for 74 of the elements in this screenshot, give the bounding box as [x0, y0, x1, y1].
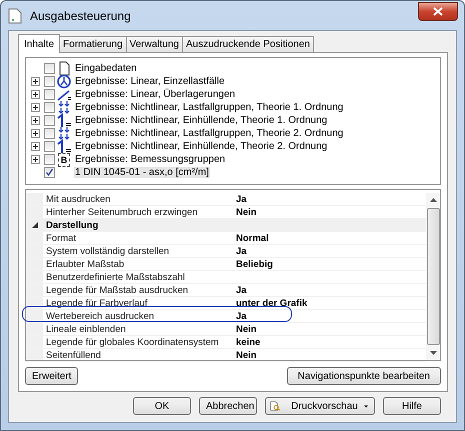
expand-icon[interactable]	[31, 103, 40, 112]
expand-icon[interactable]	[31, 116, 40, 125]
scroll-up-icon[interactable]	[430, 198, 436, 202]
expand-icon[interactable]	[31, 155, 40, 164]
button[interactable]: Hilfe	[383, 397, 441, 415]
property-label: Lineale einblenden	[45, 324, 127, 334]
property-value[interactable]: Nein	[236, 350, 257, 360]
tree-item[interactable]: Ergebnisse: Bemessungsgruppen	[74, 154, 226, 165]
property-label: Hinterher Seitenumbruch erzwingen	[45, 206, 199, 218]
tree-item[interactable]: 1 DIN 1045-01 - asx,o [cm²/m]	[74, 167, 210, 178]
checkbox[interactable]	[44, 63, 55, 74]
property-value[interactable]: Ja	[236, 194, 247, 204]
document-icon	[8, 8, 22, 24]
preview-icon	[270, 399, 282, 413]
property-label: System vollständig darstellen	[45, 246, 170, 256]
property-label: Seitenfüllend	[45, 350, 102, 360]
button[interactable]: OK	[133, 397, 191, 415]
expand-icon[interactable]	[31, 142, 40, 151]
circle-icon	[57, 74, 71, 89]
collapse-icon[interactable]	[32, 222, 38, 228]
checkbox[interactable]	[44, 167, 55, 178]
property-label: Legende für Farbverlauf	[45, 298, 148, 308]
letter-icon: B	[58, 153, 70, 167]
tree-item[interactable]: Ergebnisse: Nichtlinear, Einhüllende, Theorie 1. Ordnung	[74, 115, 328, 126]
property-value[interactable]: Ja	[236, 284, 247, 296]
tree-item[interactable]: Ergebnisse: Linear, Einzellastfälle	[74, 76, 226, 87]
tab[interactable]: Verwaltung	[126, 36, 183, 52]
checkbox[interactable]	[44, 102, 55, 113]
tree-item[interactable]: Ergebnisse: Nichtlinear, Lastfallgruppen, Theorie 2. Ordnung	[74, 128, 344, 139]
property-value[interactable]: Nein	[236, 324, 257, 334]
checkbox[interactable]	[44, 115, 55, 126]
scroll-down-icon[interactable]	[430, 351, 436, 355]
property-value[interactable]: keine	[236, 336, 260, 348]
property-value[interactable]: Beliebig	[236, 258, 273, 270]
arrows-icon	[57, 126, 71, 141]
tab[interactable]: Formatierung	[59, 36, 126, 52]
button[interactable]: Erweitert	[25, 367, 78, 385]
arrows-icon	[57, 100, 71, 115]
property-value[interactable]: Normal	[236, 232, 269, 244]
property-label: Erlaubter Maßstab	[45, 258, 126, 270]
close-button[interactable]	[418, 2, 458, 21]
checkbox[interactable]	[44, 154, 55, 165]
checkbox[interactable]	[44, 141, 55, 152]
property-label: Legende für globales Koordinatensystem	[45, 336, 220, 348]
checkbox[interactable]	[44, 76, 55, 87]
property-value[interactable]: Ja	[236, 246, 247, 256]
checkbox[interactable]	[44, 128, 55, 139]
print-preview-button[interactable]: Druckvorschau	[265, 397, 375, 415]
property-label: Mit ausdrucken	[45, 194, 112, 204]
property-label: Legende für Maßstab ausdrucken	[45, 284, 190, 296]
close-icon	[433, 7, 443, 16]
tab[interactable]: Inhalte	[18, 34, 60, 53]
property-value[interactable]: unter der Grafik	[236, 298, 308, 308]
expand-icon[interactable]	[31, 90, 40, 99]
property-value[interactable]: Nein	[236, 206, 257, 218]
property-label: Wertebereich ausdrucken	[45, 310, 156, 322]
tree-item[interactable]: Ergebnisse: Linear, Überlagerungen	[74, 89, 236, 100]
property-label: Format	[45, 232, 78, 244]
category-label: Darstellung	[45, 220, 100, 230]
tree-item[interactable]: Ergebnisse: Nichtlinear, Lastfallgruppen, Theorie 1. Ordnung	[74, 102, 344, 113]
button[interactable]: Abbrechen	[199, 397, 257, 415]
expand-icon[interactable]	[31, 77, 40, 86]
checkbox[interactable]	[44, 89, 55, 100]
scrollbar[interactable]	[426, 193, 440, 360]
property-value[interactable]: Ja	[236, 310, 247, 322]
tree-item[interactable]: Eingabedaten	[74, 63, 138, 74]
document-icon	[57, 61, 71, 76]
expand-icon[interactable]	[31, 129, 40, 138]
property-label: Benutzerdefinierte Maßstabszahl	[45, 272, 186, 282]
tab[interactable]: Auszudruckende Positionen	[182, 36, 314, 52]
window-title: Ausgabesteuerung	[30, 8, 132, 22]
caret-icon[interactable]	[364, 404, 368, 408]
tree-item[interactable]: Ergebnisse: Nichtlinear, Einhüllende, Theorie 2. Ordnung	[74, 141, 328, 152]
button[interactable]: Navigationspunkte bearbeiten	[286, 367, 441, 385]
